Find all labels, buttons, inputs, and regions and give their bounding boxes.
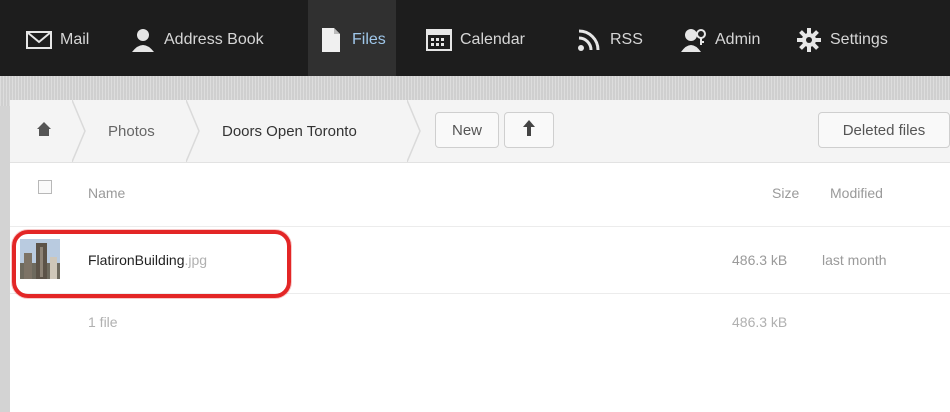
breadcrumb-item-photos[interactable]: Photos xyxy=(108,100,155,162)
column-header-name[interactable]: Name xyxy=(88,182,125,204)
left-border xyxy=(0,106,10,412)
nav-rss-label: RSS xyxy=(610,31,643,48)
file-count: 1 file xyxy=(88,314,118,330)
column-header-modified[interactable]: Modified xyxy=(830,182,883,204)
calendar-icon xyxy=(426,27,452,53)
gear-icon xyxy=(796,27,822,53)
nav-settings[interactable]: Settings xyxy=(796,13,888,67)
total-size: 486.3 kB xyxy=(732,314,788,330)
file-modified: last month xyxy=(822,252,887,268)
nav-admin-label: Admin xyxy=(715,31,761,48)
nav-admin[interactable]: Admin xyxy=(681,13,760,67)
table-row[interactable]: FlatironBuilding .jpg 486.3 kB last month xyxy=(10,227,950,294)
deleted-files-button[interactable]: Deleted files xyxy=(818,112,950,148)
top-navigation: Mail Address Book Files Calendar RSS Adm… xyxy=(0,0,950,76)
user-icon xyxy=(130,27,156,53)
nav-address-book[interactable]: Address Book xyxy=(130,13,264,67)
nav-files-label: Files xyxy=(352,31,386,48)
column-header-size[interactable]: Size xyxy=(772,182,799,204)
upload-arrow-icon xyxy=(522,119,536,141)
file-name[interactable]: FlatironBuilding .jpg xyxy=(88,249,207,271)
home-icon xyxy=(36,121,52,141)
admin-icon xyxy=(681,27,707,53)
file-summary-row: 1 file 486.3 kB xyxy=(10,294,950,352)
file-thumbnail xyxy=(20,239,60,279)
select-all-checkbox[interactable] xyxy=(38,180,52,194)
nav-mail-label: Mail xyxy=(60,31,90,48)
breadcrumb-separator xyxy=(186,100,200,162)
nav-address-book-label: Address Book xyxy=(164,31,264,48)
nav-files[interactable]: Files xyxy=(308,0,396,76)
nav-mail[interactable]: Mail xyxy=(26,13,89,67)
file-size: 486.3 kB xyxy=(732,252,788,268)
rss-icon xyxy=(576,27,602,53)
breadcrumb-item-current[interactable]: Doors Open Toronto xyxy=(222,100,357,162)
nav-settings-label: Settings xyxy=(830,31,888,48)
mail-icon xyxy=(26,27,52,53)
upload-button[interactable] xyxy=(504,112,554,148)
breadcrumb-separator xyxy=(407,100,421,162)
breadcrumb-separator xyxy=(72,100,86,162)
files-controls-bar: Photos Doors Open Toronto New Deleted fi… xyxy=(10,100,950,163)
new-button[interactable]: New xyxy=(435,112,499,148)
breadcrumb-home[interactable] xyxy=(36,100,52,162)
file-icon xyxy=(318,27,344,53)
nav-calendar[interactable]: Calendar xyxy=(426,13,525,67)
file-list-header: Name Size Modified xyxy=(10,162,950,227)
nav-rss[interactable]: RSS xyxy=(576,13,643,67)
nav-calendar-label: Calendar xyxy=(460,31,525,48)
